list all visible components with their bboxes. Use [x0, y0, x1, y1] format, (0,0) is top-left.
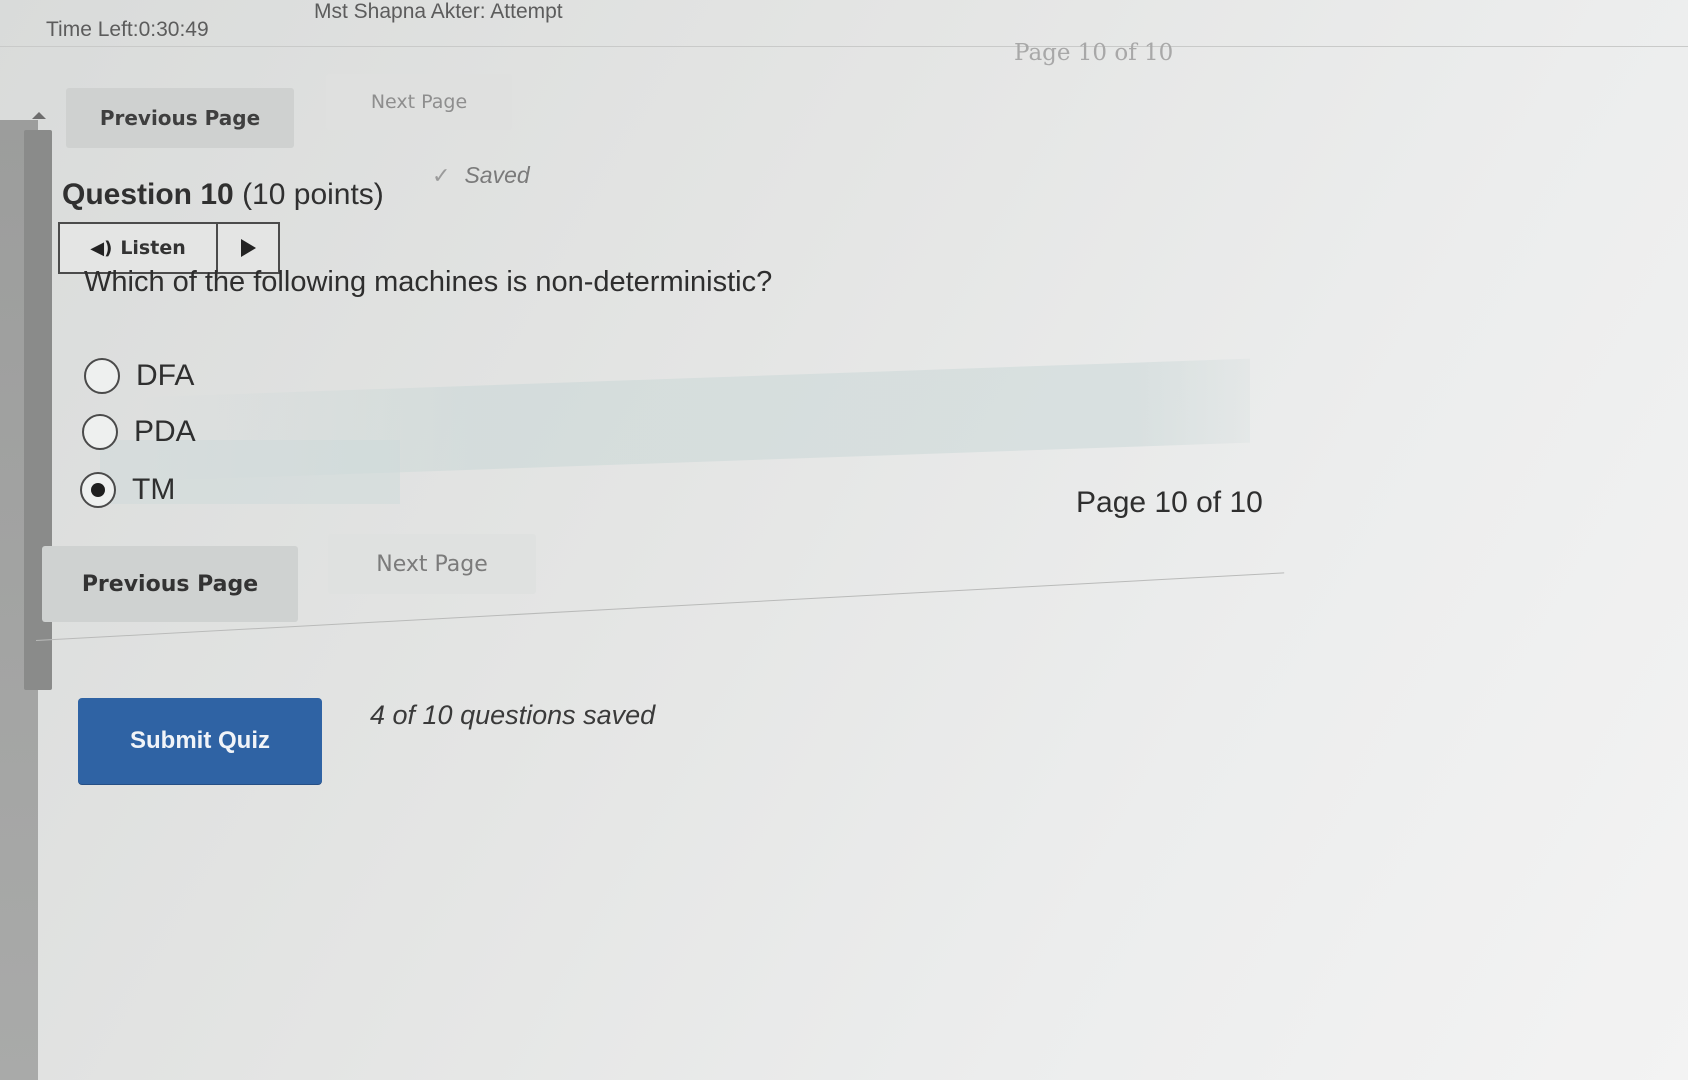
saved-label: Saved — [464, 162, 530, 188]
question-points: (10 points) — [242, 178, 384, 211]
page-indicator-bottom: Page 10 of 10 — [1076, 486, 1263, 519]
answer-option-pda[interactable]: PDA — [82, 414, 196, 450]
option-label: TM — [132, 473, 176, 506]
speaker-icon: ◀) — [90, 237, 113, 259]
answer-option-tm[interactable]: TM — [80, 472, 175, 508]
next-page-button-top[interactable]: Next Page — [326, 74, 512, 130]
play-button[interactable] — [216, 224, 278, 272]
header-bar: Time Left:0:30:49 Mst Shapna Akter: Atte… — [0, 0, 1688, 47]
radio-button[interactable] — [84, 358, 120, 394]
page-indicator-top: Page 10 of 10 — [1014, 40, 1174, 66]
user-attempt-label: Mst Shapna Akter: Attempt — [314, 0, 563, 23]
scroll-up-icon[interactable] — [32, 112, 46, 119]
time-left: Time Left:0:30:49 — [46, 18, 209, 41]
listen-button[interactable]: ◀) Listen — [60, 224, 216, 272]
option-label: DFA — [136, 359, 195, 392]
answer-option-dfa[interactable]: DFA — [84, 358, 194, 394]
question-number: Question 10 — [62, 178, 234, 211]
radio-selected-dot — [91, 483, 105, 497]
radio-button-selected[interactable] — [80, 472, 116, 508]
play-icon — [240, 239, 256, 257]
question-text: Which of the following machines is non-d… — [84, 266, 773, 298]
saved-status: ✓ Saved — [432, 162, 530, 189]
submit-quiz-button[interactable]: Submit Quiz — [78, 698, 322, 784]
next-page-button-bottom[interactable]: Next Page — [328, 534, 536, 594]
option-label: PDA — [134, 415, 196, 448]
questions-saved-count: 4 of 10 questions saved — [370, 700, 656, 730]
question-header: Question 10 (10 points) — [62, 178, 384, 212]
previous-page-button-top[interactable]: Previous Page — [66, 88, 294, 148]
radio-button[interactable] — [82, 414, 118, 450]
check-icon: ✓ — [432, 162, 451, 188]
listen-label: Listen — [120, 237, 186, 259]
previous-page-button-bottom[interactable]: Previous Page — [42, 546, 298, 622]
